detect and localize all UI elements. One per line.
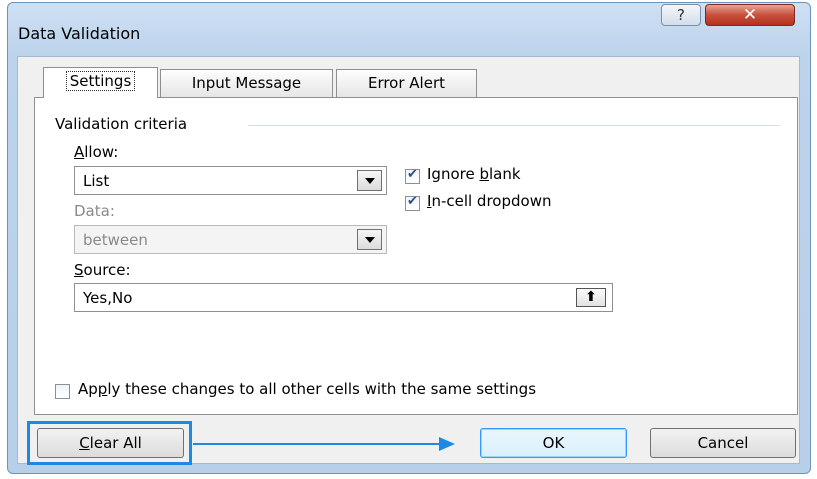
annotation-arrow-icon bbox=[439, 437, 455, 451]
settings-panel bbox=[34, 97, 798, 415]
ok-button[interactable]: OK bbox=[480, 428, 627, 458]
help-icon: ? bbox=[677, 6, 685, 24]
chevron-down-icon[interactable] bbox=[357, 170, 382, 191]
source-label: Source: bbox=[74, 261, 131, 279]
allow-label: Allow: bbox=[74, 143, 119, 161]
tab-input-message[interactable]: Input Message bbox=[160, 69, 333, 97]
annotation-arrow-line bbox=[193, 443, 441, 445]
dialog-title: Data Validation bbox=[18, 24, 141, 43]
cancel-button[interactable]: Cancel bbox=[650, 428, 796, 458]
group-divider bbox=[248, 125, 780, 126]
collapse-dialog-icon[interactable]: ⬆ bbox=[576, 288, 606, 307]
ignore-blank-label[interactable]: Ignore blank bbox=[427, 165, 521, 183]
data-value: between bbox=[83, 231, 148, 249]
apply-all-checkbox[interactable] bbox=[55, 384, 70, 399]
help-button[interactable]: ? bbox=[661, 4, 701, 26]
close-icon: ✕ bbox=[742, 5, 758, 25]
source-input[interactable]: Yes,No ⬆ bbox=[74, 283, 613, 312]
close-button[interactable]: ✕ bbox=[705, 4, 795, 26]
ignore-blank-checkbox[interactable] bbox=[405, 167, 420, 184]
annotation-highlight-box bbox=[27, 421, 192, 465]
tab-error-alert[interactable]: Error Alert bbox=[336, 69, 477, 97]
data-label: Data: bbox=[74, 202, 115, 220]
validation-criteria-label: Validation criteria bbox=[55, 115, 188, 133]
source-value: Yes,No bbox=[83, 289, 133, 307]
data-select[interactable]: between bbox=[74, 225, 387, 254]
in-cell-dropdown-label[interactable]: In-cell dropdown bbox=[427, 192, 551, 210]
apply-all-label[interactable]: Apply these changes to all other cells w… bbox=[78, 380, 536, 398]
in-cell-dropdown-checkbox[interactable] bbox=[405, 194, 420, 211]
tab-settings[interactable]: Settings bbox=[43, 67, 158, 98]
allow-select[interactable]: List bbox=[74, 166, 387, 195]
chevron-down-icon[interactable] bbox=[357, 229, 382, 250]
allow-value: List bbox=[83, 172, 110, 190]
